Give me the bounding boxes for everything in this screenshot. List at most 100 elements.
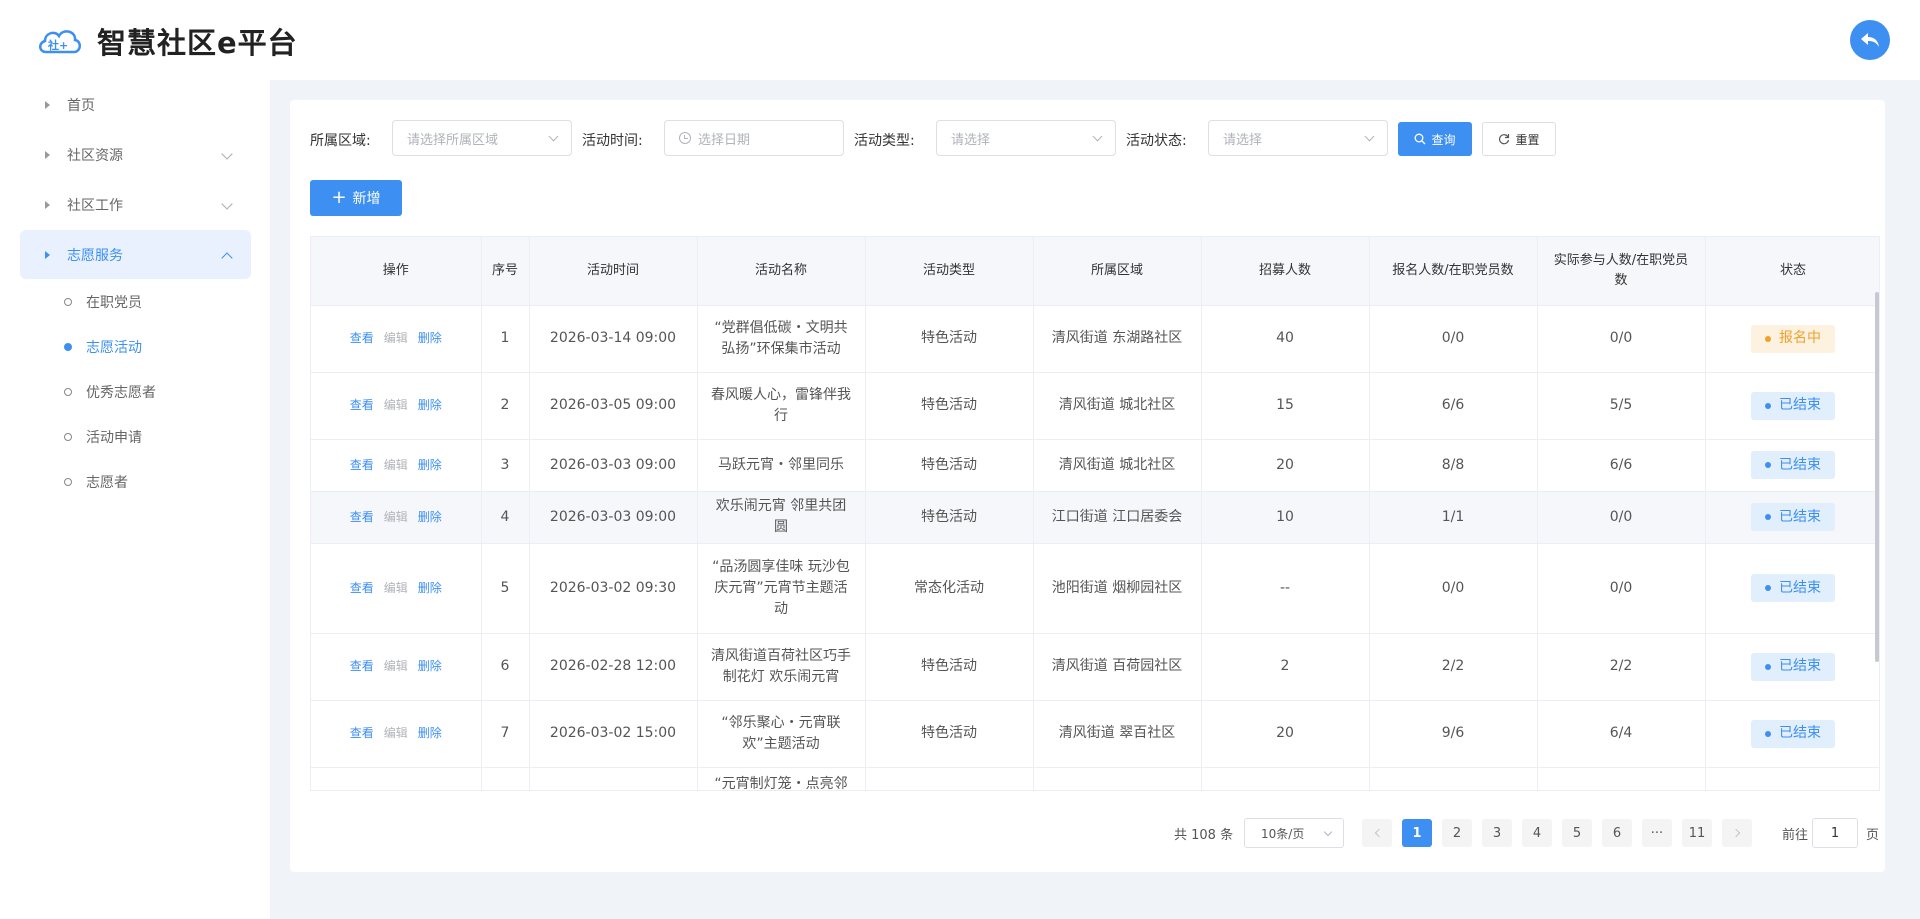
chevron-up-icon [221,252,233,264]
sidebar-subitem-party-members[interactable]: 在职党员 [64,287,142,317]
page-button[interactable]: 5 [1562,819,1592,847]
page-size-select[interactable]: 10条/页 [1244,818,1344,848]
delete-link[interactable]: 删除 [418,398,442,412]
sidebar-item-home[interactable]: 首页 [20,80,251,129]
sidebar-subitem-volunteers[interactable]: 志愿者 [64,467,128,497]
table-row[interactable]: 查看 编辑 删除 2 2026-03-05 09:00 春风暖人心，雷锋伴我行 特色活动 清风… [311,372,1879,440]
status-text: 已结束 [1779,579,1821,596]
type-select[interactable]: 请选择 [936,120,1116,156]
chevron-right-icon [1731,828,1740,838]
area-cell: 池阳街道 烟柳园社区 [1033,543,1202,634]
status-cell: 已结束 [1705,491,1879,544]
edit-link[interactable]: 编辑 [384,398,408,412]
delete-link[interactable]: 删除 [418,659,442,673]
view-link[interactable]: 查看 [350,659,374,673]
actual-cell [1537,767,1706,790]
name-cell: “邻乐聚心・元宵联欢”主题活动 [697,700,866,768]
time-cell: 2026-03-02 15:00 [529,700,698,768]
page-button[interactable]: 2 [1442,819,1472,847]
search-button[interactable]: 查询 [1398,122,1472,156]
reset-button-label: 重置 [1515,132,1540,147]
edit-link[interactable]: 编辑 [384,510,408,524]
recruit-cell: -- [1201,543,1370,634]
search-button-label: 查询 [1431,132,1456,147]
recruit-cell: 20 [1201,700,1370,768]
edit-link[interactable]: 编辑 [384,659,408,673]
status-badge: 已结束 [1751,652,1835,681]
page-button[interactable]: 6 [1602,819,1632,847]
edit-link[interactable]: 编辑 [384,331,408,345]
activity-table: 操作 序号 活动时间 活动名称 活动类型 所属区域 招募人数 报名人数/在职党员… [310,236,1880,791]
circle-icon [64,433,72,441]
edit-link[interactable]: 编辑 [384,581,408,595]
prev-page-button[interactable] [1362,819,1392,847]
delete-link[interactable]: 删除 [418,726,442,740]
sidebar-item-label: 首页 [67,97,95,114]
table-row[interactable]: 查看 编辑 删除 5 2026-03-02 09:30 “品汤圆享佳味 玩沙包庆元宵”元宵… [311,543,1879,634]
area-select[interactable]: 请选择所属区域 [392,120,572,156]
area-cell: 清风街道 翠百社区 [1033,700,1202,768]
sidebar-item-volunteer-service[interactable]: 志愿服务 [20,230,251,279]
delete-link[interactable]: 删除 [418,331,442,345]
status-cell [1705,767,1879,790]
view-link[interactable]: 查看 [350,726,374,740]
more-pages-button[interactable]: ··· [1642,819,1672,847]
view-link[interactable]: 查看 [350,331,374,345]
type-filter-label: 活动类型: [854,133,915,149]
view-link[interactable]: 查看 [350,510,374,524]
table-row[interactable]: 查看 编辑 删除 1 2026-03-14 09:00 “党群倡低碳・文明共弘扬”环保集市… [311,305,1879,373]
delete-link[interactable]: 删除 [418,510,442,524]
table-row[interactable]: “元宵制灯笼・点亮邻 [311,767,1879,790]
next-page-button[interactable] [1722,819,1752,847]
table-scrollbar[interactable] [1875,292,1879,662]
sidebar-item-community-work[interactable]: 社区工作 [20,180,251,229]
time-cell: 2026-03-05 09:00 [529,372,698,440]
table-row[interactable]: 查看 编辑 删除 3 2026-03-03 09:00 马跃元宵・邻里同乐 特色活动 清风街道… [311,439,1879,492]
view-link[interactable]: 查看 [350,458,374,472]
index-cell: 1 [481,305,530,373]
goto-page-input[interactable]: 1 [1812,818,1858,848]
edit-link[interactable]: 编辑 [384,726,408,740]
sidebar-subitem-excellent-volunteers[interactable]: 优秀志愿者 [64,377,156,407]
status-badge: 已结束 [1751,451,1835,479]
sidebar-subitem-volunteer-activities[interactable]: 志愿活动 [64,332,142,362]
page-button[interactable]: 1 [1402,819,1432,847]
edit-link[interactable]: 编辑 [384,458,408,472]
type-cell: 特色活动 [865,491,1034,544]
table-row[interactable]: 查看 编辑 删除 4 2026-03-03 09:00 欢乐闹元宵 邻里共团圆 特色活动 江口… [311,491,1879,544]
table-row[interactable]: 查看 编辑 删除 6 2026-02-28 12:00 清风街道百荷社区巧手制花灯 欢乐闹… [311,633,1879,701]
index-cell: 4 [481,491,530,544]
view-link[interactable]: 查看 [350,398,374,412]
status-dot-icon [1765,462,1771,468]
date-picker[interactable]: 选择日期 [664,120,844,156]
status-dot-icon [1765,335,1771,342]
column-header: 报名人数/在职党员数 [1369,237,1538,306]
time-cell: 2026-03-14 09:00 [529,305,698,373]
column-header: 招募人数 [1201,237,1370,306]
reset-button[interactable]: 重置 [1482,122,1556,156]
add-button[interactable]: + 新增 [310,180,402,216]
delete-link[interactable]: 删除 [418,581,442,595]
chevron-down-icon [548,131,559,142]
area-cell: 清风街道 百荷园社区 [1033,633,1202,701]
svg-text:社+: 社+ [47,38,68,52]
signup-cell: 0/0 [1369,543,1538,634]
page-button[interactable]: 3 [1482,819,1512,847]
view-link[interactable]: 查看 [350,581,374,595]
actual-cell: 5/5 [1537,372,1706,440]
column-header: 活动类型 [865,237,1034,306]
type-select-placeholder: 请选择 [951,132,991,148]
activity-name: “品汤圆享佳味 玩沙包庆元宵”元宵节主题活动 [712,558,850,617]
status-badge: 已结束 [1751,503,1835,531]
table-row[interactable]: 查看 编辑 删除 7 2026-03-02 15:00 “邻乐聚心・元宵联欢”主题活动 特色… [311,700,1879,768]
refresh-icon [1499,134,1510,145]
delete-link[interactable]: 删除 [418,458,442,472]
sidebar-subitem-activity-applications[interactable]: 活动申请 [64,422,142,452]
page-button[interactable]: 11 [1682,819,1712,847]
sidebar-item-community-resources[interactable]: 社区资源 [20,130,251,179]
header: 社+ 智慧社区e平台 [0,0,1920,80]
back-button[interactable] [1850,20,1890,60]
status-cell: 已结束 [1705,543,1879,634]
page-button[interactable]: 4 [1522,819,1552,847]
status-select[interactable]: 请选择 [1208,120,1388,156]
